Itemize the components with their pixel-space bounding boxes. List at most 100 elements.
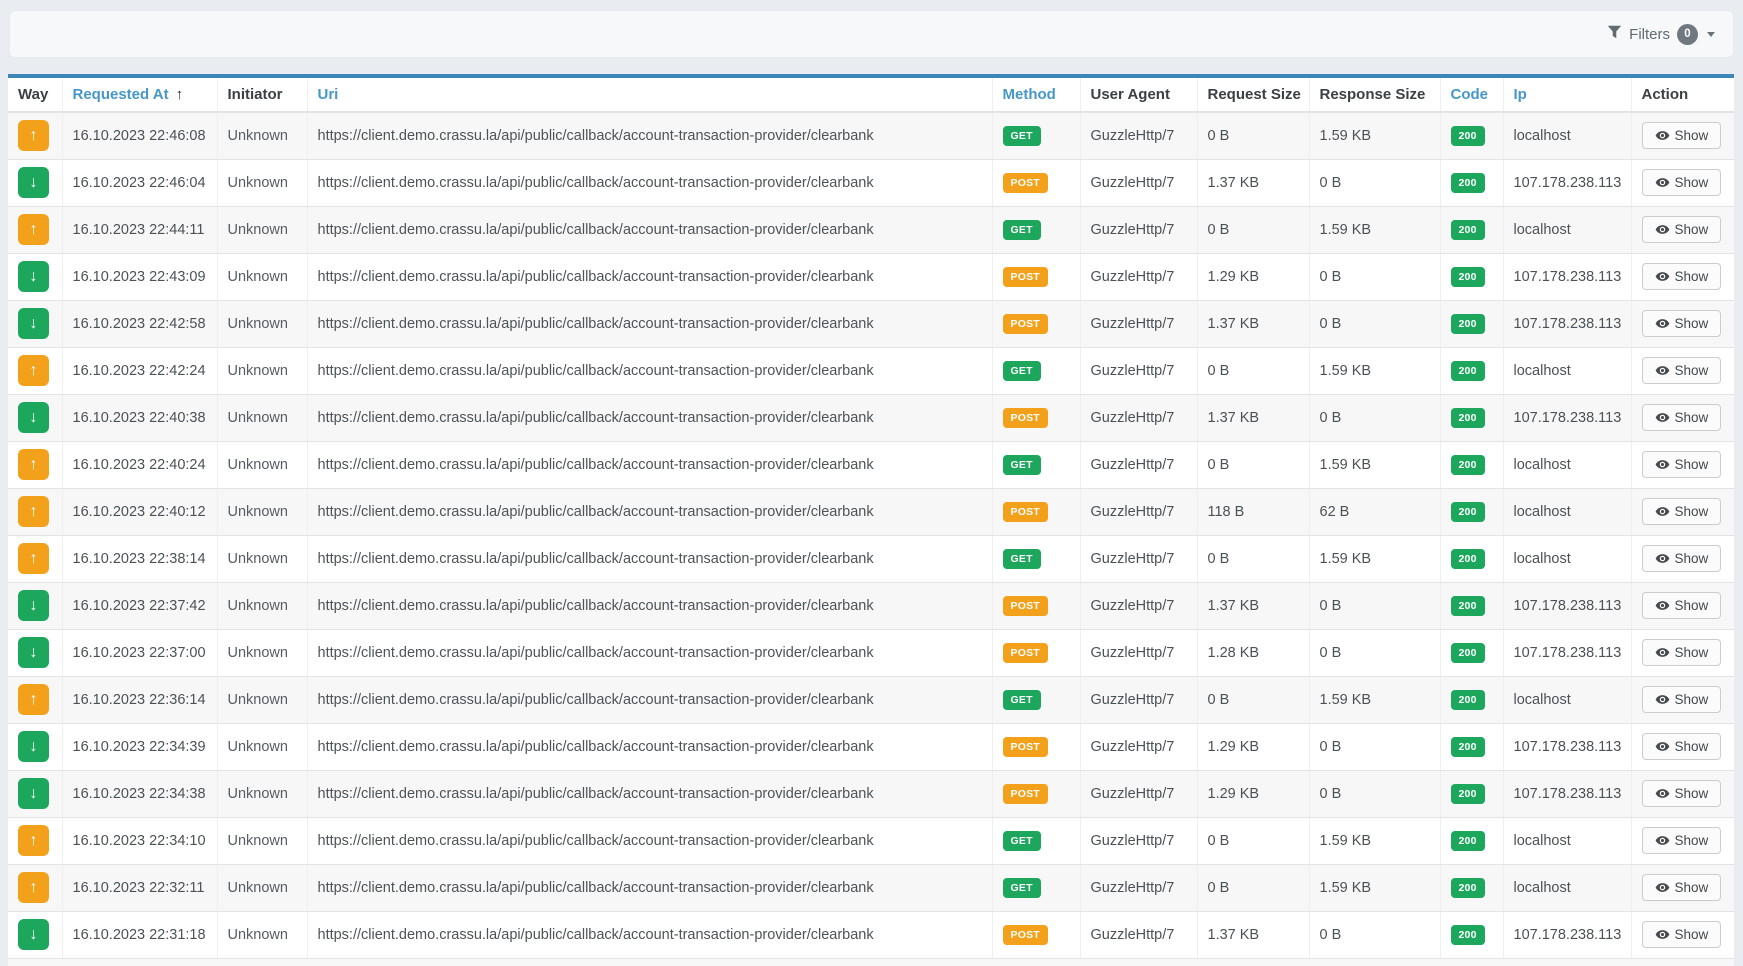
col-header-code[interactable]: Code — [1440, 78, 1503, 112]
cell-initiator: Unknown — [217, 112, 307, 159]
cell-uri: https://client.demo.crassu.la/api/public… — [307, 817, 992, 864]
arrow-down-icon: ↓ — [18, 778, 49, 809]
status-code-badge: 200 — [1451, 737, 1485, 757]
cell-way: ↑ — [8, 535, 62, 582]
show-button[interactable]: Show — [1642, 733, 1722, 760]
cell-uri: https://client.demo.crassu.la/api/public… — [307, 911, 992, 958]
cell-requested-at: 16.10.2023 22:40:38 — [62, 394, 217, 441]
cell-uri: https://client.demo.crassu.la/api/public… — [307, 112, 992, 159]
arrow-down-icon: ↓ — [18, 308, 49, 339]
cell-way: ↓ — [8, 394, 62, 441]
eye-icon — [1655, 553, 1670, 564]
table-row: ↓16.10.2023 22:46:04Unknownhttps://clien… — [8, 159, 1734, 206]
arrow-up-icon: ↑ — [18, 825, 49, 856]
cell-initiator: Unknown — [217, 817, 307, 864]
cell-requested-at: 16.10.2023 22:43:09 — [62, 253, 217, 300]
col-header-initiator: Initiator — [217, 78, 307, 112]
show-button[interactable]: Show — [1642, 451, 1722, 478]
arrow-down-icon: ↓ — [18, 590, 49, 621]
show-button-label: Show — [1675, 269, 1709, 284]
show-button[interactable]: Show — [1642, 592, 1722, 619]
show-button-label: Show — [1675, 645, 1709, 660]
cell-way: ↑ — [8, 347, 62, 394]
cell-method: GET — [992, 441, 1080, 488]
show-button[interactable]: Show — [1642, 216, 1722, 243]
show-button[interactable]: Show — [1642, 686, 1722, 713]
table-row: ↑16.10.2023 22:44:11Unknownhttps://clien… — [8, 206, 1734, 253]
cell-requested-at: 16.10.2023 22:31:18 — [62, 911, 217, 958]
show-button[interactable]: Show — [1642, 921, 1722, 948]
show-button[interactable]: Show — [1642, 780, 1722, 807]
show-button[interactable]: Show — [1642, 169, 1722, 196]
col-header-user-agent: User Agent — [1080, 78, 1197, 112]
method-badge: GET — [1003, 690, 1041, 710]
cell-ip: 107.178.238.113 — [1503, 394, 1631, 441]
cell-requested-at: 16.10.2023 22:40:24 — [62, 441, 217, 488]
cell-code: 200 — [1440, 535, 1503, 582]
cell-response-size: 0 B — [1309, 770, 1440, 817]
table-row: ↑16.10.2023 22:34:10Unknownhttps://clien… — [8, 817, 1734, 864]
show-button[interactable]: Show — [1642, 639, 1722, 666]
cell-method: GET — [992, 206, 1080, 253]
show-button[interactable]: Show — [1642, 122, 1722, 149]
show-button-label: Show — [1675, 175, 1709, 190]
method-badge: GET — [1003, 549, 1041, 569]
cell-method: GET — [992, 535, 1080, 582]
filters-button[interactable]: Filters 0 — [1607, 24, 1715, 45]
cell-code: 200 — [1440, 911, 1503, 958]
show-button[interactable]: Show — [1642, 874, 1722, 901]
cell-request-size: 0 B — [1197, 112, 1309, 159]
cell-request-size: 1.37 KB — [1197, 159, 1309, 206]
cell-code: 200 — [1440, 817, 1503, 864]
eye-icon — [1655, 177, 1670, 188]
show-button[interactable]: Show — [1642, 263, 1722, 290]
cell-uri: https://client.demo.crassu.la/api/public… — [307, 676, 992, 723]
show-button-label: Show — [1675, 692, 1709, 707]
cell-method: GET — [992, 676, 1080, 723]
cell-requested-at: 16.10.2023 22:42:58 — [62, 300, 217, 347]
show-button[interactable]: Show — [1642, 310, 1722, 337]
cell-initiator: Unknown — [217, 488, 307, 535]
cell-code: 200 — [1440, 112, 1503, 159]
cell-way: ↑ — [8, 206, 62, 253]
cell-code: 200 — [1440, 159, 1503, 206]
col-header-requested-at[interactable]: Requested At↑ — [62, 78, 217, 112]
cell-user-agent: GuzzleHttp/7 — [1080, 770, 1197, 817]
cell-ip: localhost — [1503, 441, 1631, 488]
show-button-label: Show — [1675, 786, 1709, 801]
table-row: ↑16.10.2023 22:32:11Unknownhttps://clien… — [8, 864, 1734, 911]
request-log-table-card: WayRequested At↑InitiatorUriMethodUser A… — [8, 74, 1734, 966]
cell-user-agent: GuzzleHttp/7 — [1080, 582, 1197, 629]
show-button[interactable]: Show — [1642, 404, 1722, 431]
cell-request-size: 1.37 KB — [1197, 582, 1309, 629]
cell-response-size: 0 B — [1309, 911, 1440, 958]
show-button[interactable]: Show — [1642, 827, 1722, 854]
show-button-label: Show — [1675, 880, 1709, 895]
arrow-up-icon: ↑ — [18, 496, 49, 527]
eye-icon — [1655, 929, 1670, 940]
cell-ip: localhost — [1503, 817, 1631, 864]
table-row: ↑16.10.2023 22:36:14Unknownhttps://clien… — [8, 676, 1734, 723]
cell-initiator: Unknown — [217, 535, 307, 582]
method-badge: POST — [1003, 784, 1048, 804]
show-button[interactable]: Show — [1642, 545, 1722, 572]
col-header-method[interactable]: Method — [992, 78, 1080, 112]
cell-requested-at: 16.10.2023 22:32:11 — [62, 864, 217, 911]
eye-icon — [1655, 130, 1670, 141]
status-code-badge: 200 — [1451, 220, 1485, 240]
cell-initiator: Unknown — [217, 770, 307, 817]
cell-method: POST — [992, 159, 1080, 206]
cell-way: ↑ — [8, 817, 62, 864]
table-row: ↑16.10.2023 22:46:08Unknownhttps://clien… — [8, 112, 1734, 159]
show-button[interactable]: Show — [1642, 498, 1722, 525]
col-header-ip[interactable]: Ip — [1503, 78, 1631, 112]
cell-response-size: 1.59 KB — [1309, 441, 1440, 488]
cell-action: Show — [1631, 817, 1734, 864]
show-button[interactable]: Show — [1642, 357, 1722, 384]
cell-way: ↓ — [8, 629, 62, 676]
cell-user-agent: GuzzleHttp/7 — [1080, 300, 1197, 347]
arrow-down-icon: ↓ — [18, 402, 49, 433]
col-header-uri[interactable]: Uri — [307, 78, 992, 112]
cell-response-size: 1.59 KB — [1309, 206, 1440, 253]
method-badge: GET — [1003, 831, 1041, 851]
